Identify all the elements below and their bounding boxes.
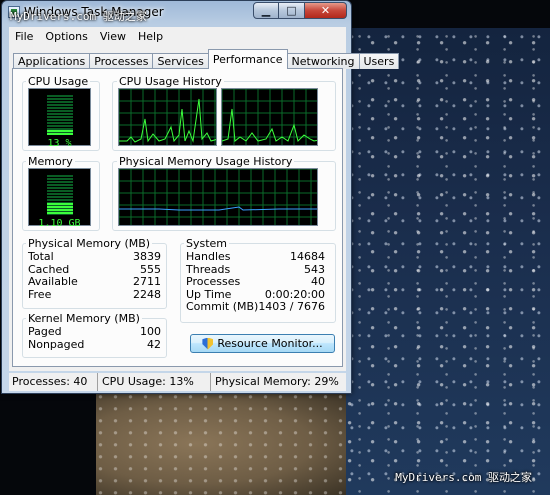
memory-meter: 1.10 GB xyxy=(28,168,91,229)
stat-row-nonpaged: Nonpaged 42 xyxy=(28,337,161,351)
tab-processes[interactable]: Processes xyxy=(89,53,154,69)
stat-row-paged: Paged 100 xyxy=(28,325,161,338)
status-processes: Processes: 40 xyxy=(9,373,98,391)
tab-applications[interactable]: Applications xyxy=(13,53,91,69)
caption-buttons: ▁ □ ✕ xyxy=(253,2,347,19)
resource-monitor-label: Resource Monitor... xyxy=(217,337,323,350)
status-physical-memory: Physical Memory: 29% xyxy=(215,375,339,388)
memory-label: Memory xyxy=(26,155,75,168)
watermark-bottom: MyDrivers.com 驱动之家 xyxy=(395,471,532,484)
kernel-memory-stats: Paged 100 Nonpaged 42 xyxy=(28,325,161,351)
maximize-button[interactable]: □ xyxy=(279,2,305,19)
memory-value: 1.10 GB xyxy=(38,218,81,229)
stat-row-total: Total 3839 xyxy=(28,250,161,263)
status-bar: Processes: 40 CPU Usage: 13% Physical Me… xyxy=(9,373,346,391)
tab-strip: Applications Processes Services Performa… xyxy=(13,49,400,69)
memory-fill xyxy=(47,203,73,215)
physical-memory-stats: Total 3839 Cached 555 Available 2711 Free 22… xyxy=(28,250,161,301)
memory-history-label: Physical Memory Usage History xyxy=(117,155,295,168)
cpu-history-label: CPU Usage History xyxy=(117,75,224,88)
stat-row-processes: Processes 40 xyxy=(186,275,325,289)
cpu-history-line-1 xyxy=(119,98,216,143)
minimize-button[interactable]: ▁ xyxy=(253,2,279,19)
task-manager-window[interactable]: Windows Task Manager ▁ □ ✕ File Options … xyxy=(1,0,400,394)
tab-users[interactable]: Users xyxy=(358,53,400,69)
cpu-usage-fill xyxy=(47,129,73,135)
cpu-usage-value: 13 % xyxy=(47,138,72,149)
performance-panel: CPU Usage 13 % CPU Usage History Memory … xyxy=(12,68,343,367)
cpu-usage-label: CPU Usage xyxy=(26,75,91,88)
memory-history-line xyxy=(119,206,317,211)
watermark-top: MyDrivers.com 驱动之家 xyxy=(10,10,147,23)
stat-row-commit: Commit (MB) 1403 / 7676 xyxy=(186,300,325,314)
menu-bar: File Options View Help xyxy=(9,27,346,45)
status-cpu-usage: CPU Usage: 13% xyxy=(98,373,211,391)
client-area: Applications Processes Services Performa… xyxy=(9,45,400,371)
cpu-history-graph-core-1 xyxy=(118,88,217,146)
cpu-usage-meter: 13 % xyxy=(28,88,91,149)
memory-history-graph xyxy=(118,168,318,226)
kernel-memory-label: Kernel Memory (MB) xyxy=(26,312,142,325)
tab-networking[interactable]: Networking xyxy=(286,53,360,69)
close-button[interactable]: ✕ xyxy=(305,2,347,19)
resource-monitor-button[interactable]: Resource Monitor... xyxy=(190,334,335,353)
system-label: System xyxy=(184,237,230,250)
menu-help[interactable]: Help xyxy=(132,30,169,43)
menu-options[interactable]: Options xyxy=(39,30,93,43)
stat-row-available: Available 2711 xyxy=(28,275,161,289)
physical-memory-label: Physical Memory (MB) xyxy=(26,237,153,250)
cpu-history-graph-core-2 xyxy=(221,88,318,146)
desktop-landscape xyxy=(96,392,346,495)
stat-row-free: Free 2248 xyxy=(28,287,161,301)
stat-row-handles: Handles 14684 xyxy=(186,250,325,263)
menu-view[interactable]: View xyxy=(94,30,132,43)
system-stats: Handles 14684 Threads 543 Processes 40 Up T… xyxy=(186,250,325,314)
uac-shield-icon xyxy=(202,337,214,350)
tab-services[interactable]: Services xyxy=(152,53,209,69)
tab-performance[interactable]: Performance xyxy=(207,49,288,69)
menu-file[interactable]: File xyxy=(9,30,39,43)
